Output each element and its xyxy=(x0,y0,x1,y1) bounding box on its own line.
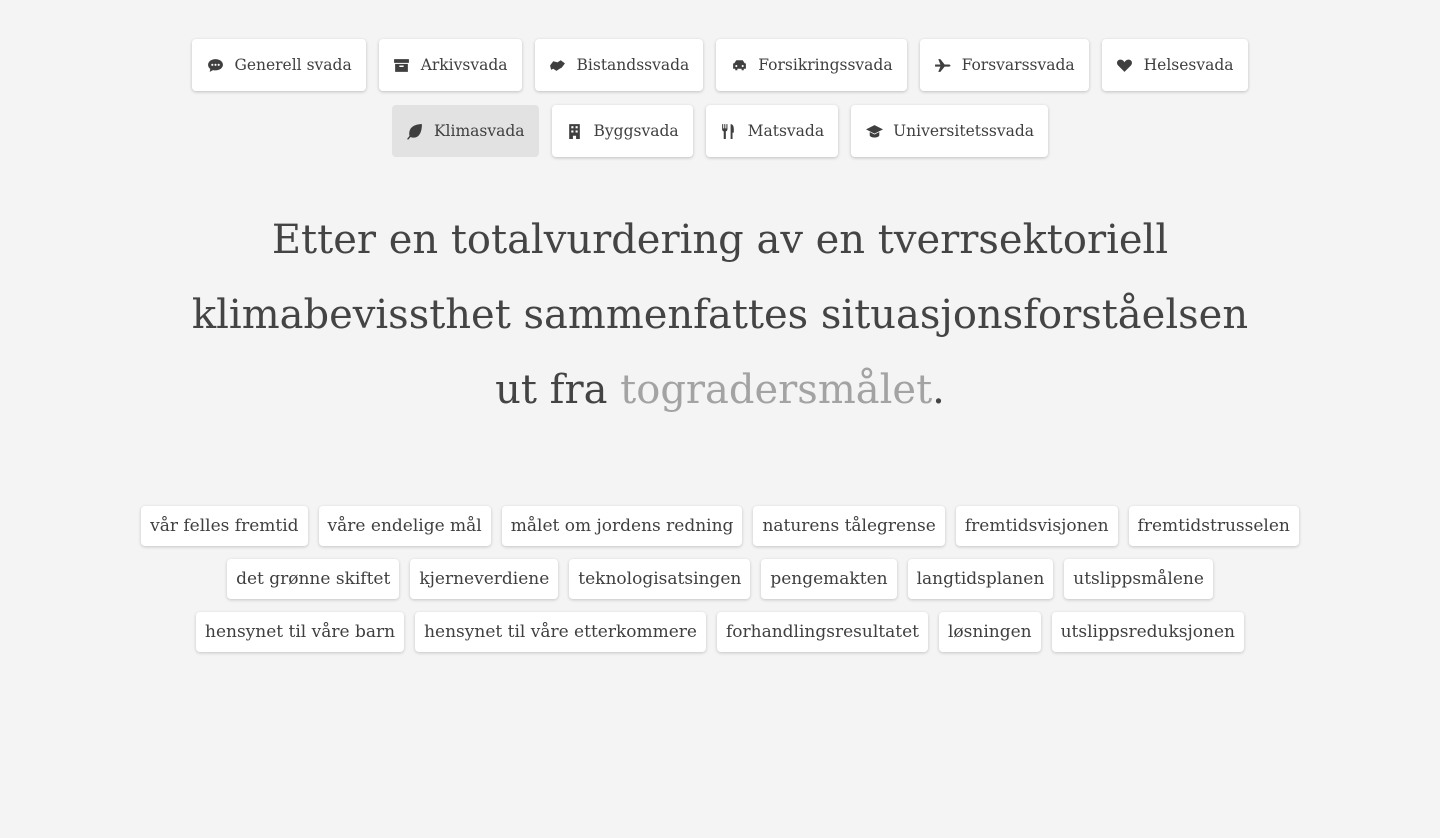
term-option[interactable]: teknologisatsingen xyxy=(569,559,751,599)
term-option[interactable]: våre endelige mål xyxy=(318,506,491,546)
term-option[interactable]: naturens tålegrense xyxy=(753,506,945,546)
nav-button-label: Byggsvada xyxy=(593,122,679,140)
category-nav-row-1: Generell svada Arkivsvada Bistandssvada … xyxy=(0,39,1440,91)
term-option[interactable]: hensynet til våre etterkommere xyxy=(415,612,706,652)
speech-bubble-icon xyxy=(206,56,224,74)
nav-button-label: Universitetssvada xyxy=(893,122,1035,140)
nav-button-forsikring[interactable]: Forsikringssvada xyxy=(716,39,907,91)
sentence-highlight-term[interactable]: togradersmålet xyxy=(620,367,932,413)
term-option[interactable]: hensynet til våre barn xyxy=(196,612,405,652)
nav-button-label: Bistandssvada xyxy=(576,56,690,74)
nav-button-label: Arkivsvada xyxy=(420,56,508,74)
category-nav-row-2: Klimasvada Byggsvada Matsvada Universite… xyxy=(0,105,1440,157)
handshake-icon xyxy=(549,56,567,74)
term-option[interactable]: vår felles fremtid xyxy=(141,506,308,546)
nav-button-generell[interactable]: Generell svada xyxy=(192,39,366,91)
car-crash-icon xyxy=(730,56,748,74)
term-options-row-2: det grønne skiftet kjerneverdiene teknol… xyxy=(0,559,1440,599)
nav-button-label: Matsvada xyxy=(747,122,825,140)
nav-button-label: Klimasvada xyxy=(433,122,525,140)
term-option[interactable]: forhandlingsresultatet xyxy=(716,612,928,652)
nav-button-bygg[interactable]: Byggsvada xyxy=(551,105,693,157)
term-option[interactable]: utslippsmålene xyxy=(1064,559,1213,599)
term-option[interactable]: fremtidsvisjonen xyxy=(955,506,1118,546)
term-option[interactable]: fremtidstrusselen xyxy=(1128,506,1299,546)
building-icon xyxy=(566,122,584,140)
term-option[interactable]: kjerneverdiene xyxy=(410,559,559,599)
nav-button-helse[interactable]: Helsesvada xyxy=(1101,39,1248,91)
nav-button-label: Generell svada xyxy=(234,56,352,74)
nav-button-forsvar[interactable]: Forsvarssvada xyxy=(919,39,1089,91)
nav-button-mat[interactable]: Matsvada xyxy=(705,105,839,157)
nav-button-label: Helsesvada xyxy=(1143,56,1234,74)
leaf-icon xyxy=(406,122,424,140)
sentence-line-3: ut fra togradersmålet. xyxy=(180,353,1260,428)
term-option[interactable]: pengemakten xyxy=(761,559,897,599)
generated-sentence: Etter en totalvurdering av en tverrsekto… xyxy=(180,203,1260,428)
nav-button-arkiv[interactable]: Arkivsvada xyxy=(378,39,522,91)
term-options-row-1: vår felles fremtid våre endelige mål mål… xyxy=(0,506,1440,546)
fighter-jet-icon xyxy=(934,56,952,74)
term-option[interactable]: målet om jordens redning xyxy=(501,506,743,546)
nav-button-bistand[interactable]: Bistandssvada xyxy=(534,39,704,91)
term-option[interactable]: det grønne skiftet xyxy=(227,559,400,599)
sentence-suffix: . xyxy=(932,367,945,413)
sentence-prefix: ut fra xyxy=(495,367,621,413)
term-options-row-3: hensynet til våre barn hensynet til våre… xyxy=(0,612,1440,652)
heart-icon xyxy=(1116,56,1134,74)
term-option[interactable]: løsningen xyxy=(938,612,1041,652)
sentence-line-1: Etter en totalvurdering av en tverrsekto… xyxy=(271,217,1169,263)
nav-button-klima[interactable]: Klimasvada xyxy=(391,105,539,157)
archive-box-icon xyxy=(393,56,411,74)
nav-button-universitet[interactable]: Universitetssvada xyxy=(851,105,1049,157)
term-option[interactable]: langtidsplanen xyxy=(907,559,1054,599)
term-option[interactable]: utslippsreduksjonen xyxy=(1051,612,1244,652)
nav-button-label: Forsvarssvada xyxy=(961,56,1075,74)
sentence-line-2: klimabevissthet sammenfattes situasjonsf… xyxy=(191,292,1249,338)
cutlery-icon xyxy=(720,122,738,140)
graduation-cap-icon xyxy=(865,122,883,140)
nav-button-label: Forsikringssvada xyxy=(758,56,893,74)
